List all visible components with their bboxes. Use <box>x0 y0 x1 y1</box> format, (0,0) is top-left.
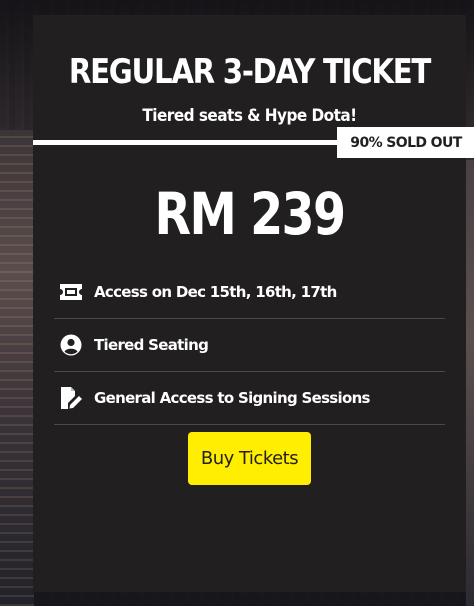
ticket-title: REGULAR 3-DAY TICKET <box>68 52 431 92</box>
ticket-subtitle: Tiered seats & Hype Dota! <box>142 106 357 126</box>
user-circle-icon <box>58 333 84 357</box>
feature-item-tiered-seating: Tiered Seating <box>54 319 445 372</box>
buy-tickets-button[interactable]: Buy Tickets <box>188 432 311 485</box>
feature-label: Tiered Seating <box>94 336 209 354</box>
feature-item-signing-sessions: General Access to Signing Sessions <box>54 372 445 425</box>
background-buildings-left <box>0 130 34 606</box>
signature-icon <box>58 386 84 410</box>
ticket-price: RM 239 <box>154 180 347 248</box>
feature-list: Access on Dec 15th, 16th, 17th Tiered Se… <box>54 266 445 425</box>
ticket-card: REGULAR 3-DAY TICKET Tiered seats & Hype… <box>33 15 474 592</box>
feature-item-access-dates: Access on Dec 15th, 16th, 17th <box>54 266 445 319</box>
feature-label: Access on Dec 15th, 16th, 17th <box>94 283 337 301</box>
sold-out-badge: 90% SOLD OUT <box>337 127 474 158</box>
background-buildings-right <box>466 160 474 606</box>
header-divider <box>33 140 343 145</box>
ticket-icon <box>58 280 84 304</box>
feature-label: General Access to Signing Sessions <box>94 389 370 407</box>
